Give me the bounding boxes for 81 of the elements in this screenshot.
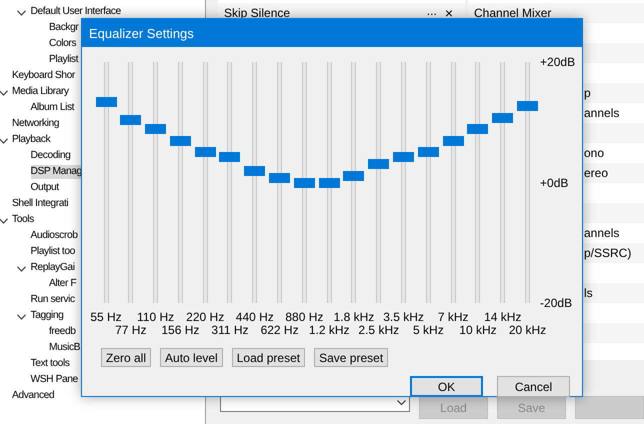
remove-button[interactable]: ×	[444, 5, 453, 21]
tree-item[interactable]: Keyboard Shor	[12, 69, 75, 83]
scale-label: +20dB	[540, 55, 576, 69]
tree-item[interactable]: DSP Manag	[30, 165, 82, 179]
caret-icon	[397, 400, 406, 406]
chevron-down-icon[interactable]	[0, 90, 8, 96]
slider-thumb[interactable]	[96, 96, 116, 107]
slider-thumb[interactable]	[343, 170, 364, 181]
frequency-label: 20 kHz	[508, 324, 546, 337]
slider-thumb[interactable]	[170, 136, 191, 146]
chevron-down-icon[interactable]	[17, 314, 26, 320]
tree-item[interactable]: Backgr	[49, 21, 78, 35]
tree-item[interactable]: Run servic	[30, 293, 75, 307]
slider-thumb[interactable]	[294, 178, 315, 188]
tree-item[interactable]: MusicB	[49, 341, 80, 355]
slider-thumb[interactable]	[517, 101, 538, 112]
tree-item[interactable]: Playback	[12, 133, 50, 147]
frequency-label: 311 Hz	[211, 324, 249, 337]
more-button[interactable]: ...	[426, 7, 437, 15]
button[interactable]: Save preset	[314, 348, 388, 367]
frequency-label: 10 kHz	[459, 324, 497, 337]
slider-thumb[interactable]	[145, 124, 166, 134]
tree-item[interactable]: WSH Pane	[30, 373, 78, 387]
tree-item[interactable]: Default User Interface	[30, 5, 121, 19]
tree-item[interactable]: freedb	[49, 325, 76, 339]
cancel-button[interactable]: Cancel	[497, 376, 570, 397]
tree-item[interactable]: Tagging	[30, 309, 64, 323]
slider-thumb[interactable]	[318, 178, 340, 188]
chevron-down-icon[interactable]	[0, 138, 8, 144]
button[interactable]: Zero all	[101, 348, 152, 367]
ok-button[interactable]: OK	[410, 376, 483, 397]
tree-item[interactable]: Tools	[12, 213, 34, 227]
slider-thumb[interactable]	[393, 152, 414, 162]
tree-item[interactable]: Colors	[49, 37, 76, 51]
scale-label: -20dB	[540, 296, 574, 310]
frequency-label: 1.2 kHz	[308, 324, 350, 337]
tree-item[interactable]: ReplayGai	[30, 261, 75, 275]
tree-item[interactable]: Media Library	[12, 85, 69, 99]
tree-item[interactable]: Playlist too	[30, 245, 75, 259]
tree-item[interactable]: Advanced	[12, 389, 54, 403]
chevron-down-icon[interactable]	[17, 266, 26, 272]
frequency-label: 880 Hz	[285, 311, 324, 324]
dialog-title: Equalizer Settings	[89, 26, 194, 40]
tree-item[interactable]: Decoding	[30, 149, 70, 163]
frequency-label: 440 Hz	[236, 311, 274, 324]
slider-thumb[interactable]	[492, 112, 514, 123]
frequency-label: 7 kHz	[438, 311, 468, 324]
frequency-label: 622 Hz	[260, 324, 299, 337]
frequency-label: 5 kHz	[413, 324, 444, 337]
slider-thumb[interactable]	[269, 172, 290, 183]
tree-item[interactable]: Album List	[30, 101, 74, 115]
tree-item[interactable]: Audioscrob	[30, 229, 78, 243]
frequency-label: 2.5 kHz	[358, 324, 400, 337]
chevron-down-icon[interactable]	[0, 218, 8, 224]
frequency-label: 55 Hz	[90, 311, 122, 324]
chevron-down-icon[interactable]	[17, 10, 26, 16]
tree-item[interactable]: Alter F	[49, 277, 76, 291]
button[interactable]: Auto level	[160, 348, 223, 367]
frequency-label: 14 kHz	[484, 311, 522, 324]
frequency-label: 1.8 kHz	[334, 311, 374, 324]
frequency-label: 220 Hz	[186, 311, 224, 324]
slider-thumb[interactable]	[194, 147, 216, 158]
slider-thumb[interactable]	[368, 159, 390, 170]
list-item[interactable]: Skip Silence	[224, 6, 290, 20]
slider-thumb[interactable]	[418, 147, 439, 158]
tree-item[interactable]: Playlist	[49, 53, 78, 67]
frequency-label: 156 Hz	[161, 324, 200, 337]
tree-item[interactable]: Output	[30, 181, 59, 195]
slider-thumb[interactable]	[219, 152, 240, 162]
tree-item[interactable]: Shell Integrati	[12, 197, 68, 211]
scale-label: +0dB	[540, 176, 570, 190]
button[interactable]: Load preset	[232, 348, 306, 367]
frequency-label: 3.5 kHz	[383, 311, 424, 324]
slider-thumb[interactable]	[120, 115, 142, 126]
frequency-label: 77 Hz	[115, 324, 146, 337]
tree-item[interactable]: Text tools	[30, 357, 70, 371]
slider-thumb[interactable]	[442, 136, 464, 146]
frequency-label: 110 Hz	[137, 311, 174, 324]
slider-thumb[interactable]	[467, 124, 488, 134]
tree-item[interactable]: Networking	[12, 117, 60, 131]
slider-thumb[interactable]	[244, 166, 266, 176]
